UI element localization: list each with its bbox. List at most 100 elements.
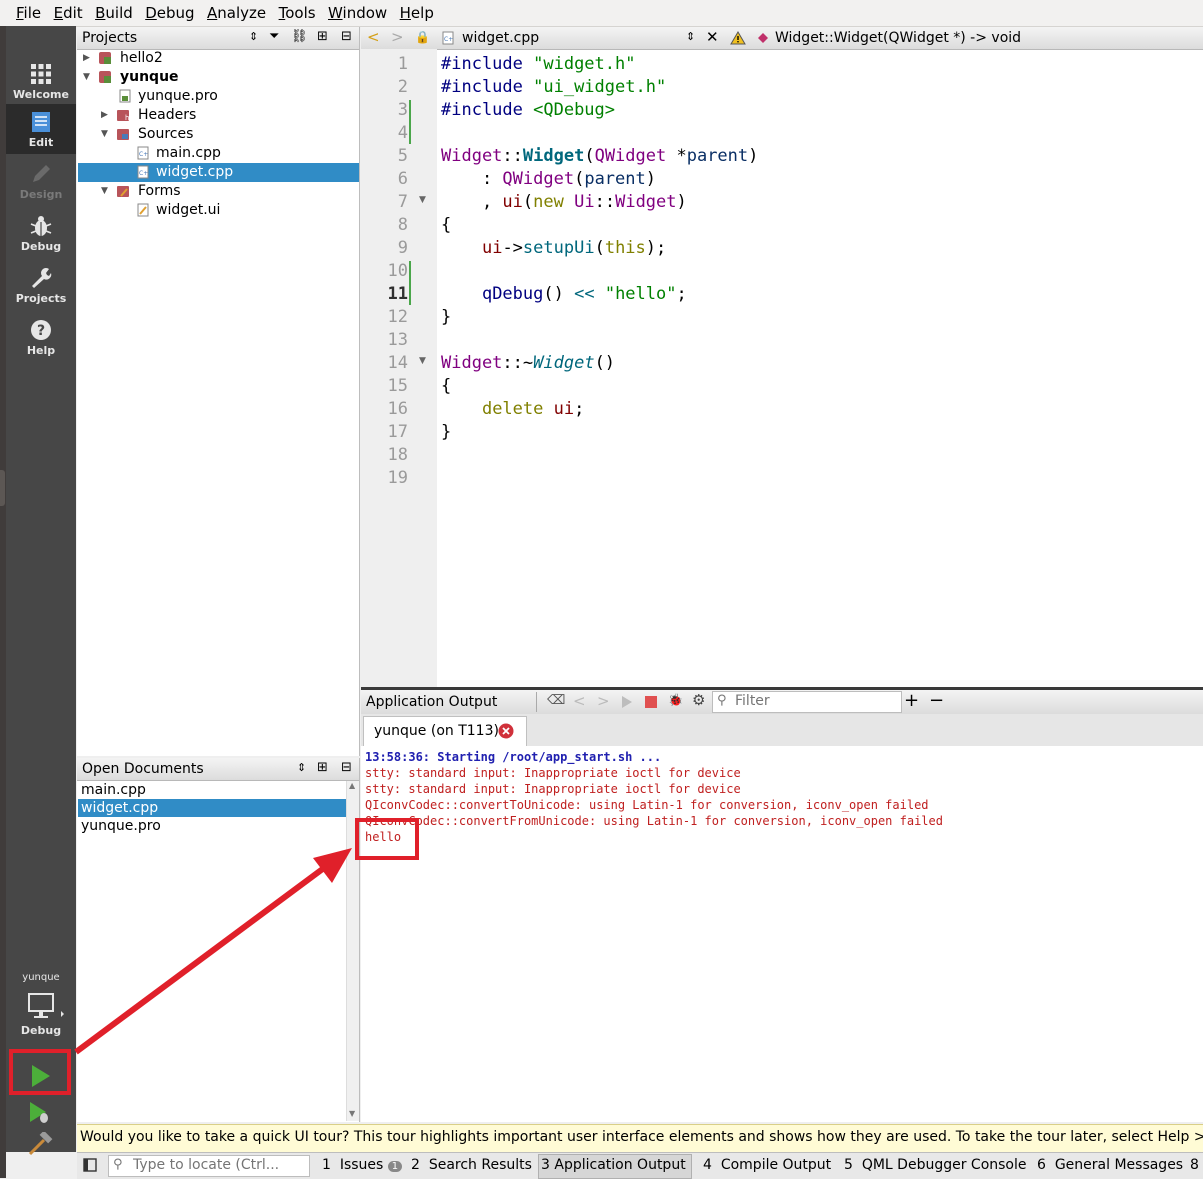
- split-icon[interactable]: ⊞: [317, 760, 328, 775]
- status-tab-general-messages[interactable]: 6 General Messages: [1037, 1157, 1183, 1173]
- split-icon[interactable]: ⊞: [317, 29, 328, 44]
- next-icon[interactable]: >: [597, 692, 610, 710]
- monitor-icon: [28, 993, 64, 1018]
- tree-item-headers[interactable]: ▶ h Headers: [78, 106, 359, 125]
- rerun-icon[interactable]: [620, 695, 634, 709]
- scroll-down-icon[interactable]: ▼: [349, 1109, 355, 1118]
- view-select-icon[interactable]: ⇕: [297, 761, 306, 774]
- folder-headers-icon: h: [117, 110, 129, 122]
- menu-build[interactable]: Build: [91, 0, 137, 22]
- open-document-item[interactable]: yunque.pro: [78, 817, 349, 835]
- collapse-icon[interactable]: ▼: [83, 68, 90, 87]
- debug-play-icon: [30, 1102, 48, 1123]
- status-tab-issues[interactable]: 1 Issues 1: [322, 1157, 403, 1173]
- fold-icon[interactable]: ▼: [419, 195, 426, 205]
- editor-filename[interactable]: widget.cpp: [462, 30, 539, 46]
- locator-input[interactable]: [133, 1156, 305, 1174]
- tree-item-hello2[interactable]: ▶ hello2: [78, 49, 359, 68]
- minimize-icon[interactable]: −: [929, 690, 944, 711]
- code-line-2: #include "ui_widget.h": [441, 77, 667, 97]
- hammer-icon: [28, 1132, 53, 1156]
- scroll-up-icon[interactable]: ▲: [349, 781, 355, 790]
- menu-analyze[interactable]: Analyze: [203, 0, 270, 22]
- menu-tools[interactable]: Tools: [275, 0, 320, 22]
- mode-projects[interactable]: Projects: [6, 260, 76, 312]
- output-tab[interactable]: yunque (on T113): [363, 716, 527, 747]
- menu-help[interactable]: Help: [396, 0, 438, 22]
- code-line-14: Widget::~Widget(): [441, 353, 616, 373]
- menu-edit[interactable]: Edit: [50, 0, 87, 22]
- fold-icon[interactable]: ▼: [419, 356, 426, 366]
- tree-item-main-cpp[interactable]: C+ main.cpp: [78, 144, 359, 163]
- issues-count-badge: 1: [387, 1161, 403, 1172]
- prev-icon[interactable]: <: [573, 692, 586, 710]
- mode-debug[interactable]: Debug: [6, 208, 76, 260]
- tree-item-yunque-pro[interactable]: yunque.pro: [78, 87, 359, 106]
- pencil-icon: [33, 165, 50, 182]
- ui-file-icon: [137, 203, 149, 217]
- status-tab-qml-debugger[interactable]: 5 QML Debugger Console: [844, 1157, 1027, 1173]
- debug-run-button[interactable]: [20, 1100, 60, 1126]
- output-line: QIconvCodec::convertToUnicode: using Lat…: [365, 798, 929, 812]
- tree-item-forms[interactable]: ▼ Forms: [78, 182, 359, 201]
- line-number: 3: [397, 100, 408, 120]
- collapse-icon[interactable]: ▼: [101, 125, 108, 144]
- status-tab-more[interactable]: 8: [1190, 1157, 1199, 1173]
- link-icon[interactable]: ⛓: [291, 29, 308, 44]
- code-line-15: {: [441, 376, 452, 396]
- tree-item-sources[interactable]: ▼ Sources: [78, 125, 359, 144]
- document-select-icon[interactable]: ⇕: [686, 30, 695, 43]
- editor-toolbar: < > 🔒 C+ widget.cpp ⇕ ✕ Widget::Widget(Q…: [361, 27, 1203, 50]
- menu-window[interactable]: Window: [324, 0, 391, 22]
- mode-help[interactable]: ? Help: [6, 312, 76, 364]
- expand-icon[interactable]: ▶: [101, 106, 108, 125]
- status-tab-application-output[interactable]: 3 Application Output: [541, 1157, 686, 1173]
- settings-gear-icon[interactable]: ⚙: [692, 691, 705, 709]
- toggle-sidebar-icon[interactable]: [83, 1158, 97, 1172]
- menu-file[interactable]: File: [0, 0, 45, 22]
- clean-icon[interactable]: ⌫: [547, 693, 565, 708]
- output-line: stty: standard input: Inappropriate ioct…: [365, 766, 741, 780]
- window-manager-handle[interactable]: [0, 470, 5, 506]
- symbol-selector[interactable]: Widget::Widget(QWidget *) -> void: [775, 30, 1021, 46]
- code-line-6: : QWidget(parent): [441, 169, 656, 189]
- add-icon[interactable]: +: [904, 690, 919, 711]
- toolbar-separator: [536, 692, 537, 712]
- open-document-item[interactable]: main.cpp: [78, 781, 349, 799]
- view-select-icon[interactable]: ⇕: [249, 30, 258, 43]
- open-document-item[interactable]: widget.cpp: [78, 799, 349, 817]
- ui-tour-message: Would you like to take a quick UI tour? …: [80, 1129, 1203, 1145]
- status-tab-compile-output[interactable]: 4 Compile Output: [703, 1157, 831, 1173]
- close-panel-icon[interactable]: ⊟: [341, 29, 352, 44]
- stop-icon[interactable]: [644, 695, 658, 709]
- tree-item-yunque[interactable]: ▼ yunque: [78, 68, 359, 87]
- mode-label: Projects: [15, 292, 67, 305]
- svg-text:C+: C+: [139, 151, 148, 158]
- tree-item-widget-ui[interactable]: widget.ui: [78, 201, 359, 220]
- back-icon[interactable]: <: [367, 28, 380, 46]
- mode-label: Debug: [20, 240, 62, 253]
- locator[interactable]: ⚲: [108, 1155, 310, 1177]
- build-button[interactable]: [24, 1132, 56, 1156]
- close-panel-icon[interactable]: ⊟: [341, 760, 352, 775]
- filter-input[interactable]: [735, 692, 895, 710]
- close-document-icon[interactable]: ✕: [706, 28, 719, 46]
- forward-icon[interactable]: >: [391, 28, 404, 46]
- status-tab-search-results[interactable]: 2 Search Results: [411, 1157, 532, 1173]
- mode-label: Design: [19, 188, 63, 201]
- mode-design[interactable]: Design: [6, 156, 76, 208]
- line-number: 4: [397, 123, 408, 143]
- tree-item-widget-cpp[interactable]: C+ widget.cpp: [78, 163, 359, 182]
- mode-welcome[interactable]: Welcome: [6, 56, 76, 108]
- menu-debug[interactable]: Debug: [141, 0, 198, 22]
- cpp-file-icon: C+: [442, 31, 454, 45]
- filter-icon[interactable]: ⏷: [269, 29, 279, 44]
- close-tab-icon[interactable]: [498, 723, 514, 739]
- collapse-icon[interactable]: ▼: [101, 182, 108, 201]
- output-filter[interactable]: ⚲: [712, 691, 902, 713]
- attach-debugger-icon[interactable]: 🐞: [668, 693, 683, 707]
- expand-icon[interactable]: ▶: [83, 49, 90, 68]
- code-line-8: {: [441, 215, 452, 235]
- kit-selector[interactable]: [26, 992, 66, 1022]
- mode-edit[interactable]: Edit: [6, 104, 76, 154]
